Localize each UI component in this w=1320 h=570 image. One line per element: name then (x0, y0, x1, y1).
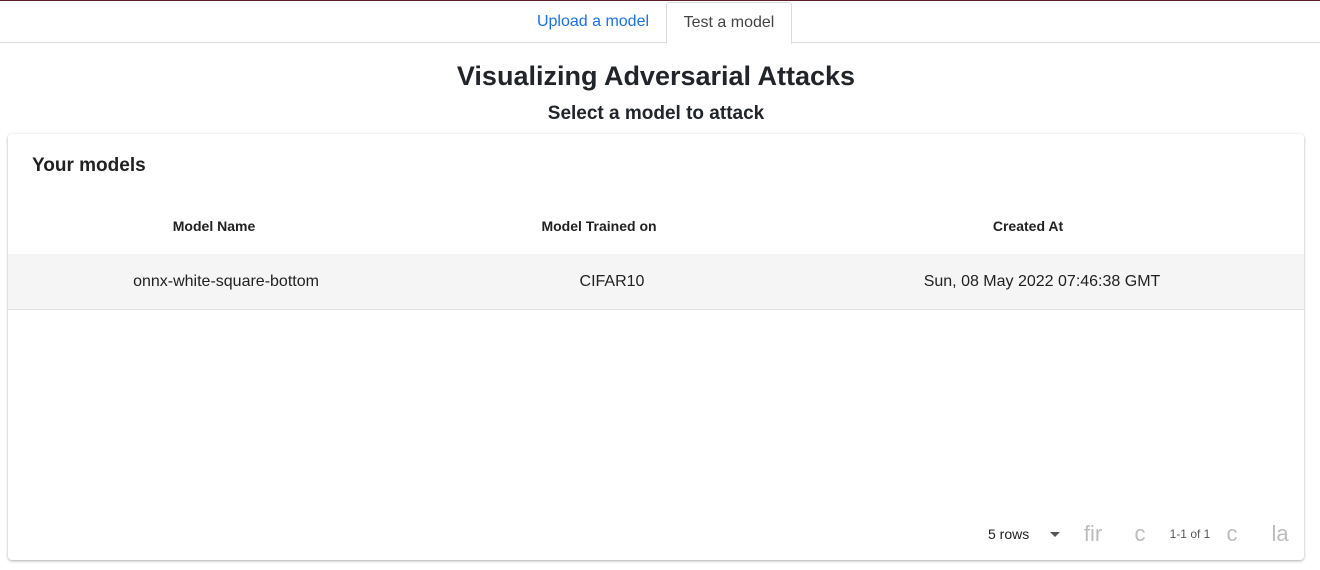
rows-per-page-value: 5 rows (988, 526, 1030, 542)
column-header-created-at[interactable]: Created At (790, 206, 1266, 254)
tab-bar: Upload a model Test a model (0, 1, 1320, 44)
tab-test-model[interactable]: Test a model (666, 2, 792, 44)
cell-trained-on: CIFAR10 (579, 273, 645, 290)
page-subtitle: Select a model to attack (547, 103, 765, 124)
last-page-icon[interactable]: la (1268, 516, 1292, 552)
tab-upload-model[interactable]: Upload a model (527, 2, 659, 43)
caret-down-icon (1050, 532, 1060, 537)
next-page-icon[interactable]: c (1220, 516, 1244, 552)
column-header-model-name[interactable]: Model Name (8, 206, 420, 254)
column-header-trained-on[interactable]: Model Trained on (408, 206, 790, 254)
table-header: Model Name Model Trained on Created At (8, 206, 1304, 254)
models-card: Your models Model Name Model Trained on … (8, 134, 1304, 560)
card-title: Your models (32, 155, 146, 176)
page-title: Visualizing Adversarial Attacks (456, 61, 856, 91)
first-page-icon[interactable]: fir (1078, 516, 1108, 552)
cell-created-at: Sun, 08 May 2022 07:46:38 GMT (923, 273, 1161, 290)
previous-page-icon[interactable]: c (1128, 516, 1152, 552)
cell-model-name: onnx-white-square-bottom (133, 273, 319, 290)
page-range-label: 1-1 of 1 (1169, 527, 1211, 541)
table-row[interactable]: onnx-white-square-bottom CIFAR10 Sun, 08… (8, 254, 1304, 310)
rows-per-page-select[interactable]: 5 rows (988, 522, 1064, 546)
pagination: 5 rows fir c 1-1 of 1 c la (8, 514, 1304, 554)
